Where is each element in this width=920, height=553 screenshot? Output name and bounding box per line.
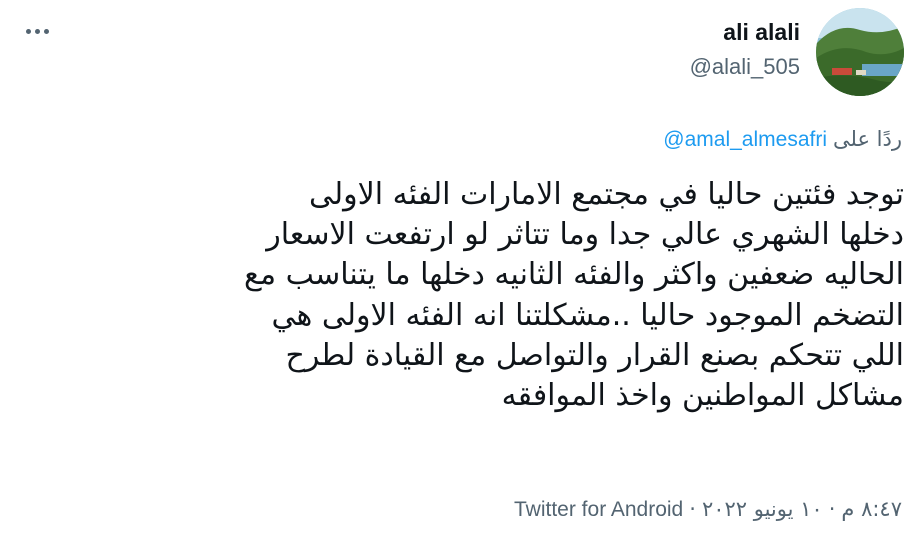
meta-separator: ·: [828, 497, 836, 521]
more-options-button[interactable]: [22, 16, 52, 46]
reply-label: ردًا على: [833, 127, 902, 151]
avatar[interactable]: [816, 8, 904, 96]
tweet-source-link[interactable]: Twitter for Android: [514, 498, 683, 521]
meta-separator: ·: [689, 497, 696, 521]
tweet-text-line: دخلها الشهري عالي جدا وما تتاثر لو ارتفع…: [266, 217, 904, 253]
author-info: ali alali @alali_505: [690, 18, 800, 82]
more-horizontal-icon: [24, 28, 51, 34]
tweet-text-line: مشاكل المواطنين واخذ الموافقه: [501, 378, 904, 414]
tweet-card: ali alali @alali_505 @amal_almesafri ردًا…: [0, 0, 920, 553]
tweet-text-line: اللي تتحكم بصنع القرار والتواصل مع القيا…: [285, 337, 904, 373]
reply-mention-link[interactable]: @amal_almesafri: [663, 128, 827, 151]
landscape-avatar-image: [816, 8, 904, 96]
tweet-meta: Twitter for Android · ١٠ يونيو ٢٠٢٢ · ٨:٤٧ م: [514, 494, 902, 525]
tweet-text-line: توجد فئتين حاليا في مجتمع الامارات الفئه…: [309, 177, 904, 212]
tweet-text: توجد فئتين حاليا في مجتمع الامارات الفئه…: [24, 175, 904, 416]
author-display-name[interactable]: ali alali: [690, 18, 800, 46]
author-handle[interactable]: @alali_505: [690, 52, 800, 82]
reply-context: @amal_almesafri ردًا على: [663, 124, 902, 155]
tweet-date[interactable]: ١٠ يونيو ٢٠٢٢: [702, 497, 823, 521]
tweet-text-line: الحاليه ضعفين واكثر والفئه الثانيه دخلها…: [244, 257, 904, 293]
tweet-time[interactable]: ٨:٤٧ م: [841, 497, 902, 521]
tweet-text-line: التضخم الموجود حاليا ..مشكلتنا انه الفئه…: [271, 297, 904, 333]
